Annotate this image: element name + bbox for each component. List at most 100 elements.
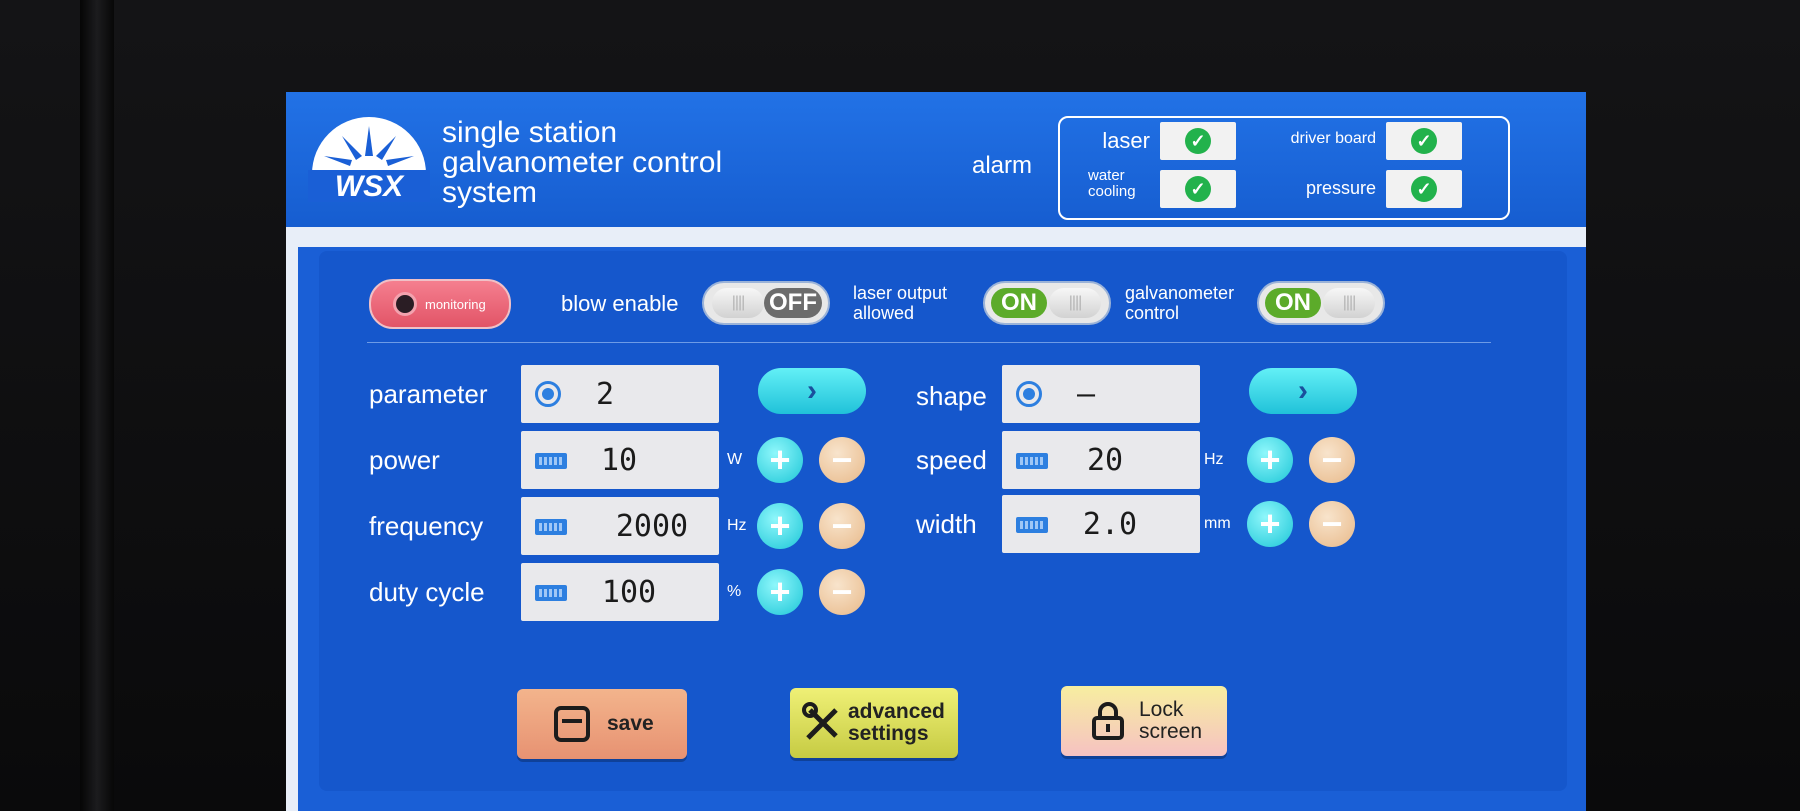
chevron-right-icon: ›: [807, 374, 817, 407]
power-plus-button[interactable]: +: [757, 437, 803, 483]
radio-icon: [535, 381, 561, 407]
plus-icon: +: [769, 571, 791, 612]
galvanometer-control-label: galvanometer control: [1125, 283, 1234, 323]
shape-next-button[interactable]: ›: [1249, 368, 1357, 414]
width-unit: mm: [1204, 515, 1231, 532]
power-unit: W: [727, 451, 743, 468]
blow-enable-toggle[interactable]: OFF ||||: [702, 281, 830, 325]
system-title: single station galvanometer control syst…: [442, 118, 722, 208]
save-button[interactable]: save: [517, 689, 687, 759]
advanced-line-2: settings: [848, 722, 929, 745]
galvanometer-line-1: galvanometer: [1125, 283, 1235, 303]
power-minus-button[interactable]: −: [819, 437, 865, 483]
speed-label: speed: [916, 445, 987, 475]
power-field[interactable]: 10: [521, 431, 719, 489]
power-label: power: [369, 445, 440, 475]
galvanometer-control-toggle[interactable]: ON ||||: [1257, 281, 1385, 325]
lock-line-1: Lock: [1139, 698, 1184, 721]
toggle-knob: ||||: [712, 288, 764, 318]
frequency-field[interactable]: 2000: [521, 497, 719, 555]
keyboard-icon: [1016, 517, 1048, 533]
keyboard-icon: [535, 453, 567, 469]
alarm-water-cooling-label: water cooling: [1070, 168, 1156, 200]
keyboard-icon: [535, 585, 567, 601]
width-label: width: [916, 509, 977, 539]
laser-output-state: ON: [991, 288, 1047, 318]
duty-cycle-minus-button[interactable]: −: [819, 569, 865, 615]
row-divider: [367, 342, 1491, 343]
shape-field[interactable]: —: [1002, 365, 1200, 423]
toggle-knob: ||||: [1049, 288, 1101, 318]
alarm-pressure-status: ✓: [1386, 170, 1462, 208]
advanced-line-1: advanced: [848, 700, 945, 723]
check-circle-icon: ✓: [1411, 176, 1437, 202]
speed-plus-button[interactable]: +: [1247, 437, 1293, 483]
keyboard-icon: [535, 519, 567, 535]
alarm-status-panel: laser ✓ driver board ✓ water cooling ✓ p…: [1058, 116, 1510, 220]
check-circle-icon: ✓: [1411, 128, 1437, 154]
toggle-knob: ||||: [1323, 288, 1375, 318]
galvanometer-line-2: control: [1125, 303, 1180, 323]
parameter-value: 2: [595, 377, 615, 412]
alarm-laser-status: ✓: [1160, 122, 1236, 160]
record-icon: [393, 292, 417, 316]
minus-icon: −: [1321, 503, 1343, 544]
lock-line-2: screen: [1139, 720, 1203, 743]
hmi-screen: WSX single station galvanometer control …: [286, 92, 1586, 811]
speed-unit: Hz: [1204, 451, 1224, 468]
wsx-logo: WSX: [308, 117, 430, 203]
main-panel: monitoring blow enable OFF |||| laser ou…: [319, 251, 1567, 791]
lock-screen-label: Lock screen: [1139, 699, 1202, 743]
speed-value: 20: [1086, 443, 1124, 478]
plus-icon: +: [1259, 503, 1281, 544]
advanced-settings-button[interactable]: advanced settings: [790, 688, 958, 758]
alarm-laser-label: laser: [1102, 128, 1150, 153]
plus-icon: +: [769, 439, 791, 480]
blow-enable-state: OFF: [764, 288, 822, 318]
lock-screen-button[interactable]: Lock screen: [1061, 686, 1227, 756]
frequency-plus-button[interactable]: +: [757, 503, 803, 549]
duty-cycle-value: 100: [601, 575, 657, 610]
plus-icon: +: [769, 505, 791, 546]
alarm-driver-board-label: driver board: [1290, 130, 1376, 147]
wrench-screwdriver-icon: [802, 702, 838, 740]
duty-cycle-unit: %: [727, 583, 742, 600]
blow-enable-label: blow enable: [561, 291, 679, 316]
radio-icon: [1016, 381, 1042, 407]
width-value: 2.0: [1082, 507, 1138, 542]
speed-minus-button[interactable]: −: [1309, 437, 1355, 483]
laser-output-toggle[interactable]: ON ||||: [983, 281, 1111, 325]
speed-field[interactable]: 20: [1002, 431, 1200, 489]
duty-cycle-plus-button[interactable]: +: [757, 569, 803, 615]
bezel-edge: [80, 0, 114, 811]
laser-output-line-1: laser output: [853, 283, 948, 303]
frequency-minus-button[interactable]: −: [819, 503, 865, 549]
parameter-field[interactable]: 2: [521, 365, 719, 423]
alarm-driver-board-status: ✓: [1386, 122, 1462, 160]
shape-label: shape: [916, 381, 987, 411]
check-circle-icon: ✓: [1185, 176, 1211, 202]
advanced-settings-label: advanced settings: [848, 701, 945, 745]
laser-output-label: laser output allowed: [853, 283, 947, 323]
header-bar: WSX single station galvanometer control …: [286, 92, 1586, 227]
plus-icon: +: [1259, 439, 1281, 480]
cooling-line: cooling: [1088, 183, 1136, 200]
minus-icon: −: [831, 439, 853, 480]
alarm-pressure-label: pressure: [1305, 178, 1376, 198]
parameter-label: parameter: [369, 379, 488, 409]
parameter-next-button[interactable]: ›: [758, 368, 866, 414]
duty-cycle-field[interactable]: 100: [521, 563, 719, 621]
title-line-3: system: [442, 176, 538, 209]
monitoring-button[interactable]: monitoring: [369, 279, 511, 329]
laser-output-line-2: allowed: [853, 303, 915, 323]
alarm-water-cooling-status: ✓: [1160, 170, 1236, 208]
width-plus-button[interactable]: +: [1247, 501, 1293, 547]
power-value: 10: [600, 443, 638, 478]
galvanometer-control-state: ON: [1265, 288, 1321, 318]
width-minus-button[interactable]: −: [1309, 501, 1355, 547]
title-line-1: single station: [442, 116, 618, 149]
check-circle-icon: ✓: [1185, 128, 1211, 154]
screen-left-border: [286, 227, 298, 811]
monitoring-label: monitoring: [425, 296, 486, 312]
width-field[interactable]: 2.0: [1002, 495, 1200, 553]
